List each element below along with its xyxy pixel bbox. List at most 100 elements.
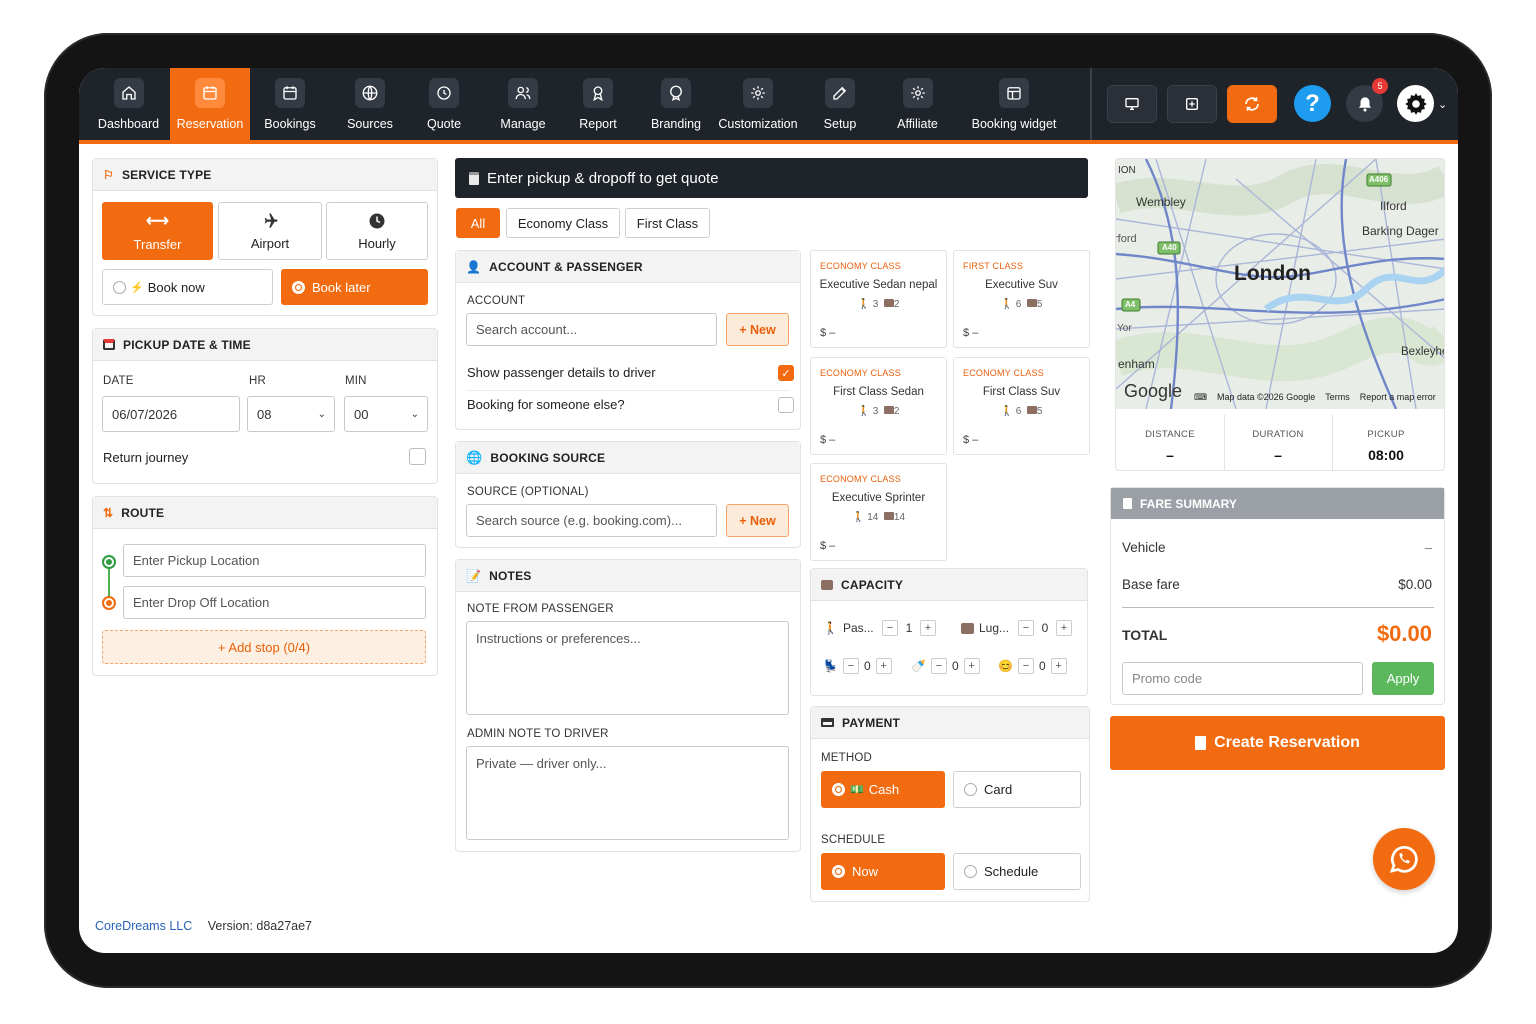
nav-label: Customization <box>718 117 798 131</box>
nav-bookings[interactable]: Bookings <box>250 68 330 140</box>
passenger-stepper: 🚶 Pas... − 1 + <box>823 620 936 636</box>
distance-stat: DISTANCE – <box>1116 415 1224 470</box>
booster-increment[interactable]: + <box>963 658 980 674</box>
passenger-note-textarea[interactable]: Instructions or preferences... <box>466 621 789 715</box>
nav-dashboard[interactable]: Dashboard <box>79 68 178 140</box>
luggage-icon <box>883 512 894 520</box>
divider <box>1122 607 1434 608</box>
panel-title: ROUTE <box>121 505 165 520</box>
luggage-count: 14 <box>893 512 906 523</box>
booking-for-someone-label: Booking for someone else? <box>467 397 625 412</box>
infant-count: 0 <box>1038 659 1046 673</box>
pickup-datetime-header: PICKUP DATE & TIME <box>93 329 437 361</box>
admin-note-textarea[interactable]: Private — driver only... <box>466 746 789 840</box>
minute-select[interactable]: 00 ⌄ <box>344 396 428 432</box>
filter-all[interactable]: All <box>456 208 500 238</box>
nav-separator <box>1090 68 1092 140</box>
hour-select[interactable]: 08 ⌄ <box>247 396 335 432</box>
new-account-button[interactable]: + New <box>726 313 789 346</box>
booster-decrement[interactable]: − <box>930 658 947 674</box>
booking-source-header: 🌐 BOOKING SOURCE <box>456 442 800 474</box>
schedule-option[interactable]: Schedule <box>953 853 1081 890</box>
hourly-button[interactable]: Hourly <box>326 202 428 260</box>
nav-manage[interactable]: Manage <box>483 68 563 140</box>
radio-icon <box>964 783 977 796</box>
service-type-header: ⚐ SERVICE TYPE <box>93 159 437 191</box>
account-passenger-panel: 👤 ACCOUNT & PASSENGER ACCOUNT Search acc… <box>455 250 801 430</box>
dropoff-location-input[interactable]: Enter Drop Off Location <box>123 586 426 619</box>
refresh-icon <box>1245 97 1259 111</box>
passenger-decrement[interactable]: − <box>881 620 898 636</box>
source-search-input[interactable]: Search source (e.g. booking.com)... <box>466 504 717 537</box>
map-terms-link[interactable]: Terms <box>1325 392 1350 403</box>
booking-for-someone-checkbox[interactable] <box>778 397 794 413</box>
settings-button[interactable] <box>1397 85 1434 122</box>
pax-count: 14 <box>867 512 879 523</box>
map-data-text: Map data ©2026 Google <box>1217 392 1316 402</box>
nav-quote[interactable]: Quote <box>410 68 478 140</box>
return-journey-checkbox[interactable] <box>409 448 426 465</box>
chevron-down-icon[interactable]: ⌄ <box>1438 98 1447 111</box>
pickup-location-input[interactable]: Enter Pickup Location <box>123 544 426 577</box>
quote-banner-text: Enter pickup & dropoff to get quote <box>487 169 719 187</box>
seat-decrement[interactable]: − <box>842 658 859 674</box>
luggage-decrement[interactable]: − <box>1018 620 1034 636</box>
create-reservation-button[interactable]: Create Reservation <box>1110 716 1445 770</box>
vehicle-card[interactable]: ECONOMY CLASS Executive Sedan nepal 🚶 3 2 $… <box>810 250 947 348</box>
luggage-increment[interactable]: + <box>1056 620 1072 636</box>
book-later-option[interactable]: Book later <box>281 269 428 305</box>
gear-icon <box>1404 92 1427 115</box>
refresh-button[interactable] <box>1227 85 1277 123</box>
show-details-checkbox[interactable]: ✓ <box>778 365 794 381</box>
seat-increment[interactable]: + <box>875 658 892 674</box>
vehicle-capacity: 🚶 6 5 <box>954 299 1089 310</box>
nav-setup[interactable]: Setup <box>804 68 876 140</box>
add-button[interactable] <box>1167 85 1217 123</box>
filter-first-class[interactable]: First Class <box>625 208 710 238</box>
hourly-label: Hourly <box>358 235 396 251</box>
vehicle-card[interactable]: FIRST CLASS Executive Suv 🚶 6 5 $ – <box>953 250 1090 348</box>
new-source-button[interactable]: + New <box>726 504 789 537</box>
monitor-button[interactable] <box>1107 85 1157 123</box>
top-navigation: Dashboard Reservation Bookings Sources Quote… <box>79 68 1458 144</box>
nav-branding[interactable]: Branding <box>636 68 716 140</box>
nav-customization[interactable]: Customization <box>716 68 800 140</box>
nav-sources[interactable]: Sources <box>330 68 410 140</box>
account-search-input[interactable]: Search account... <box>466 313 717 346</box>
vehicle-card[interactable]: ECONOMY CLASS First Class Sedan 🚶 3 2 $ – <box>810 357 947 455</box>
luggage-count: 5 <box>1036 299 1043 310</box>
vehicle-card[interactable]: ECONOMY CLASS Executive Sprinter 🚶 14 14 $ … <box>810 463 947 561</box>
nav-report[interactable]: Report <box>560 68 636 140</box>
nav-reservation[interactable]: Reservation <box>170 68 250 140</box>
card-label: Card <box>984 782 1013 797</box>
payment-panel: PAYMENT METHOD 💵 Cash Card SCHEDULE Now … <box>810 706 1090 902</box>
panel-title: FARE SUMMARY <box>1140 496 1237 511</box>
now-option[interactable]: Now <box>821 853 945 890</box>
passenger-increment[interactable]: + <box>919 620 936 636</box>
add-stop-button[interactable]: + Add stop (0/4) <box>102 630 426 664</box>
vehicle-card[interactable]: ECONOMY CLASS First Class Suv 🚶 6 5 $ – <box>953 357 1090 455</box>
map-report-link[interactable]: Report a map error <box>1360 392 1436 403</box>
card-option[interactable]: Card <box>953 771 1081 808</box>
promo-code-input[interactable]: Promo code <box>1122 662 1363 695</box>
help-button[interactable]: ? <box>1294 85 1331 122</box>
transfer-button[interactable]: ⟷ Transfer <box>102 202 213 260</box>
luggage-icon <box>961 622 974 634</box>
filter-economy-class[interactable]: Economy Class <box>506 208 620 238</box>
total-value: $0.00 <box>1376 621 1432 646</box>
infant-decrement[interactable]: − <box>1017 658 1034 674</box>
company-link[interactable]: CoreDreams LLC <box>95 919 192 933</box>
cash-option[interactable]: 💵 Cash <box>821 771 945 808</box>
date-input[interactable]: 06/07/2026 <box>102 396 240 432</box>
notes-panel: 📝 NOTES NOTE FROM PASSENGER Instructions… <box>455 559 801 852</box>
infant-increment[interactable]: + <box>1050 658 1067 674</box>
nav-affiliate[interactable]: Affiliate <box>879 68 956 140</box>
person-icon: 🚶 <box>1000 406 1013 417</box>
book-now-option[interactable]: ⚡ Book now <box>102 269 273 305</box>
pickup-time-label: PICKUP <box>1367 429 1405 440</box>
nav-booking-widget[interactable]: Booking widget <box>962 68 1066 140</box>
airport-button[interactable]: Airport <box>218 202 322 260</box>
whatsapp-button[interactable] <box>1373 828 1435 890</box>
duration-value: – <box>1274 447 1282 463</box>
apply-button[interactable]: Apply <box>1372 662 1434 695</box>
